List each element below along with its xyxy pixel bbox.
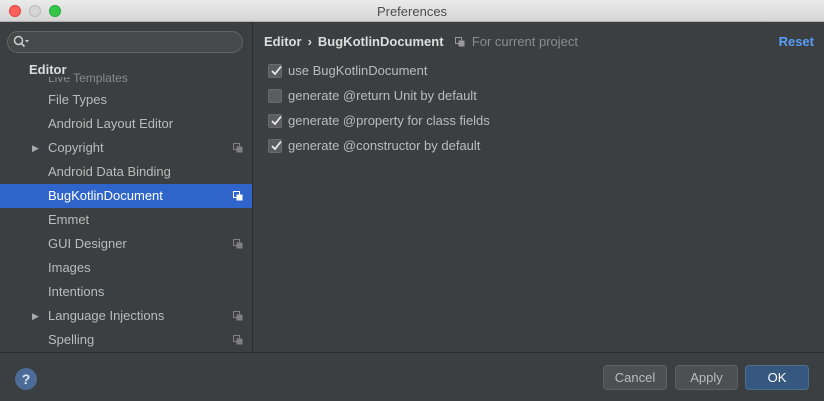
dialog-footer: ? Cancel Apply OK [0,352,824,401]
search-icon[interactable] [13,35,29,49]
option-generate-constructor-by-default[interactable]: generate @constructor by default [268,137,490,162]
sidebar-item-images[interactable]: Images [0,256,252,280]
settings-content: Editor › BugKotlinDocument For current pro… [254,22,824,352]
sidebar-item-label: Copyright [48,140,104,155]
option-generate-return-unit-by-default[interactable]: generate @return Unit by default [268,87,490,112]
sidebar-item-file-types[interactable]: File Types [0,88,252,112]
option-label: generate @property for class fields [288,113,490,128]
sidebar-item-android-layout-editor[interactable]: Android Layout Editor [0,112,252,136]
checkbox[interactable] [268,64,282,78]
sidebar-item-label: File Types [48,92,108,107]
ok-button[interactable]: OK [745,365,809,390]
section-header-editor: Editor [29,62,71,77]
sidebar-item-label: Android Data Binding [48,164,171,179]
apply-button[interactable]: Apply [675,365,738,390]
sidebar-item-bugkotlindocument[interactable]: BugKotlinDocument [0,184,252,208]
project-scope-icon [233,311,243,321]
checkbox[interactable] [268,114,282,128]
title-bar: Preferences [0,0,824,22]
sidebar-item-label: BugKotlinDocument [48,188,163,203]
project-scope-icon [233,143,243,153]
project-scope-icon [233,191,243,201]
window-title: Preferences [376,4,448,19]
option-label: generate @constructor by default [288,138,481,153]
breadcrumb-root: Editor [264,34,302,49]
breadcrumb-page: BugKotlinDocument [317,34,444,49]
settings-tree: File Types Android Layout Editor ▶ Copyrigh… [0,88,252,352]
option-generate-property-for-class-fields[interactable]: generate @property for class fields [268,112,490,137]
sidebar-item-copyright[interactable]: ▶ Copyright [0,136,252,160]
checkmark-icon [271,140,282,151]
project-scope-icon [233,335,243,345]
search-input[interactable] [7,31,243,53]
sidebar-item-label: Android Layout Editor [48,116,174,131]
checkmark-icon [271,65,282,76]
sidebar-item-gui-designer[interactable]: GUI Designer [0,232,252,256]
options-list: use BugKotlinDocument generate @return Un… [268,62,490,162]
help-button[interactable]: ? [15,368,37,390]
sidebar-item-label: Spelling [48,332,95,347]
sidebar-item-label: Language Injections [48,308,165,323]
cancel-button[interactable]: Cancel [603,365,667,390]
sidebar-item-language-injections[interactable]: ▶ Language Injections [0,304,252,328]
project-scope-icon [233,239,243,249]
scope-label: For current project [471,34,579,49]
checkbox[interactable] [268,139,282,153]
breadcrumb-separator: › [307,34,312,49]
settings-sidebar: Live Templates Editor File Types Android … [0,22,253,352]
option-label: use BugKotlinDocument [288,63,428,78]
option-label: generate @return Unit by default [288,88,477,103]
sidebar-item-label: Images [48,260,91,275]
sidebar-item-label: Intentions [48,284,105,299]
sidebar-item-intentions[interactable]: Intentions [0,280,252,304]
sidebar-item-label: Emmet [48,212,90,227]
project-scope-icon [455,37,465,47]
sidebar-item-spelling[interactable]: Spelling [0,328,252,352]
sidebar-item-emmet[interactable]: Emmet [0,208,252,232]
option-use-bugkotlindocument[interactable]: use BugKotlinDocument [268,62,490,87]
breadcrumb: Editor › BugKotlinDocument For current pro… [264,34,578,49]
reset-link[interactable]: Reset [779,34,814,49]
expand-arrow-icon[interactable]: ▶ [32,304,39,328]
checkbox[interactable] [268,89,282,103]
expand-arrow-icon[interactable]: ▶ [32,136,39,160]
checkmark-icon [271,115,282,126]
sidebar-item-android-data-binding[interactable]: Android Data Binding [0,160,252,184]
sidebar-item-label: GUI Designer [48,236,127,251]
